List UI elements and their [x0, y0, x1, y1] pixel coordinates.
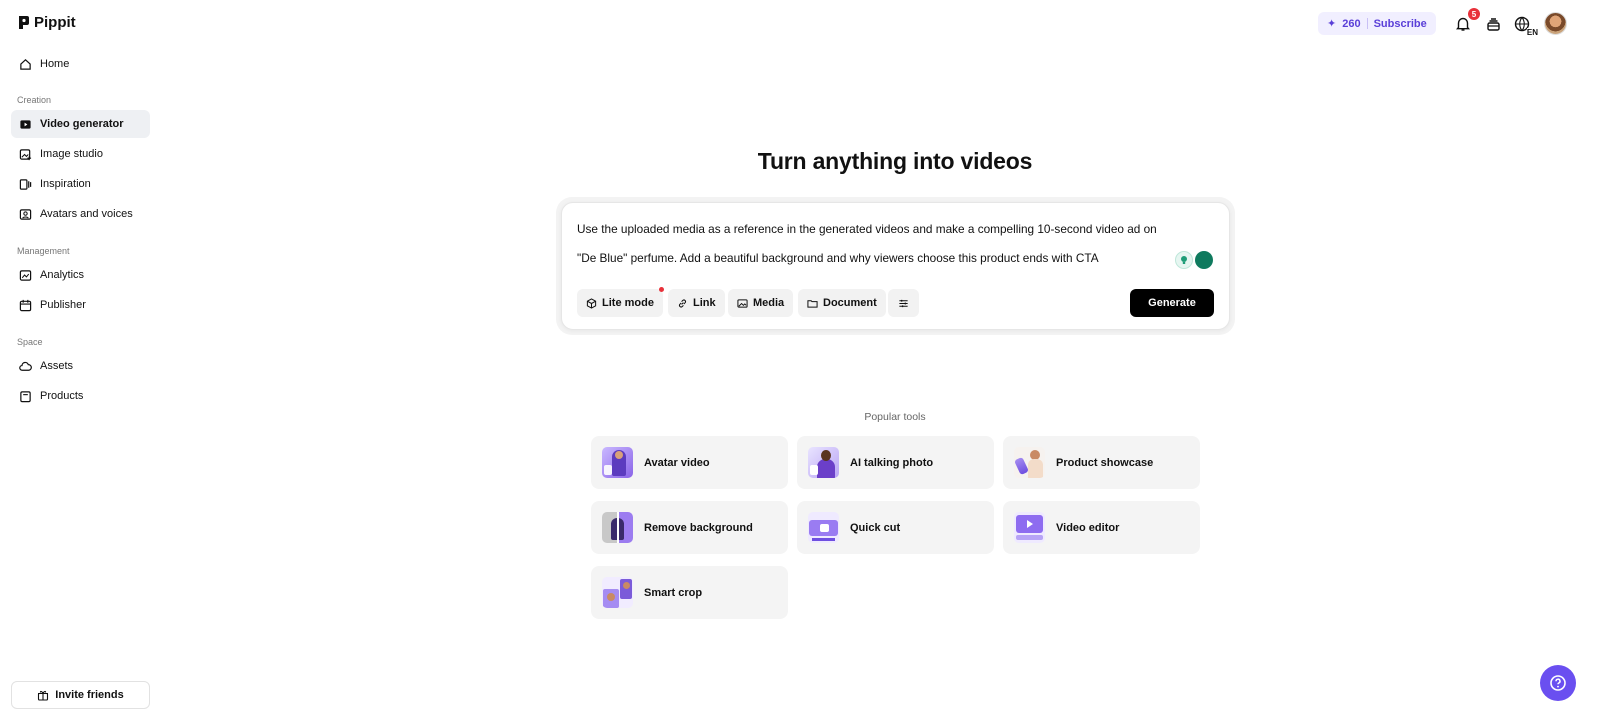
sidebar-item-video-generator[interactable]: Video generator [11, 110, 150, 138]
tool-label: Video editor [1056, 521, 1120, 534]
tool-label: AI talking photo [850, 456, 934, 469]
divider [1366, 18, 1368, 29]
products-icon [20, 390, 31, 402]
assistant-icons[interactable] [1175, 251, 1213, 269]
section-label-management: Management [17, 246, 70, 256]
prompt-box: Use the uploaded media as a reference in… [561, 202, 1230, 330]
sidebar-item-home[interactable]: Home [11, 50, 150, 78]
tool-label: Product showcase [1056, 456, 1154, 469]
tool-product-showcase[interactable]: Product showcase [1003, 436, 1200, 489]
avatar-voice-icon [19, 208, 32, 220]
settings-chip[interactable] [888, 289, 919, 317]
document-chip[interactable]: Document [798, 289, 886, 317]
video-editor-thumb [1014, 512, 1045, 543]
tool-label: Remove background [644, 521, 753, 534]
talking-photo-thumb [808, 447, 839, 478]
section-label-space: Space [17, 337, 43, 347]
bell-icon [1456, 17, 1470, 31]
sidebar-item-label: Analytics [40, 269, 85, 281]
video-generator-icon [20, 119, 31, 129]
app-name: Pippit [34, 14, 76, 31]
generate-button[interactable]: Generate [1130, 289, 1214, 317]
prompt-line-2: "De Blue" perfume. Add a beautiful backg… [577, 250, 1099, 265]
new-dot [658, 287, 664, 292]
link-icon [678, 299, 687, 307]
link-chip[interactable]: Link [668, 289, 725, 317]
remove-background-thumb [602, 512, 633, 543]
inspiration-icon [19, 178, 32, 190]
user-avatar[interactable] [1544, 12, 1567, 35]
stack-icon [1486, 17, 1500, 31]
cube-icon [586, 297, 597, 309]
sliders-icon [899, 299, 908, 307]
media-chip[interactable]: Media [728, 289, 794, 317]
sidebar-item-assets[interactable]: Assets [11, 352, 150, 380]
tool-label: Smart crop [644, 586, 703, 599]
invite-friends-button[interactable]: Invite friends [11, 681, 150, 709]
document-label: Document [823, 297, 877, 309]
image-icon [737, 298, 748, 308]
tool-label: Quick cut [850, 521, 901, 534]
tool-remove-background[interactable]: Remove background [591, 501, 788, 554]
notification-badge: 5 [1468, 8, 1480, 20]
help-button[interactable] [1540, 665, 1576, 701]
tool-smart-crop[interactable]: Smart crop [591, 566, 788, 619]
tool-avatar-video[interactable]: Avatar video [591, 436, 788, 489]
avatar-video-thumb [602, 447, 633, 478]
sidebar-item-label: Publisher [40, 299, 86, 311]
product-showcase-thumb [1014, 447, 1045, 478]
credits-count: 260 [1342, 17, 1361, 30]
section-label-creation: Creation [17, 95, 52, 105]
quick-cut-thumb [808, 512, 839, 543]
calendar-icon [19, 299, 32, 311]
cloud-icon [19, 361, 32, 371]
tool-ai-talking-photo[interactable]: AI talking photo [797, 436, 994, 489]
sidebar-item-avatars-and-voices[interactable]: Avatars and voices [11, 200, 150, 228]
notifications-button[interactable]: 5 [1452, 8, 1480, 35]
gift-icon [38, 690, 49, 701]
subscribe-link[interactable]: Subscribe [1374, 18, 1427, 30]
sidebar: Pippit Home Creation Video generator Ima… [0, 0, 160, 721]
popular-tools-label: Popular tools [864, 411, 926, 423]
sidebar-item-products[interactable]: Products [11, 382, 150, 410]
sidebar-item-label: Home [40, 58, 70, 70]
logo[interactable]: Pippit [18, 14, 76, 31]
tool-label: Avatar video [644, 456, 710, 469]
link-label: Link [693, 297, 716, 309]
folder-icon [807, 299, 818, 308]
help-icon [1550, 675, 1566, 691]
sidebar-item-label: Avatars and voices [40, 208, 133, 220]
sidebar-item-analytics[interactable]: Analytics [11, 261, 150, 289]
lightbulb-icon [1175, 251, 1193, 269]
sidebar-item-label: Assets [40, 360, 74, 372]
sidebar-item-publisher[interactable]: Publisher [11, 291, 150, 319]
page-title: Turn anything into videos [757, 148, 1033, 174]
language-button[interactable]: EN [1511, 13, 1538, 37]
pippit-logo-icon [19, 16, 29, 29]
lite-mode-chip[interactable]: Lite mode [577, 287, 664, 317]
smart-crop-thumb [602, 577, 633, 608]
tool-video-editor[interactable]: Video editor [1003, 501, 1200, 554]
tool-quick-cut[interactable]: Quick cut [797, 501, 994, 554]
sidebar-item-label: Products [40, 390, 84, 402]
lite-mode-label: Lite mode [602, 297, 654, 309]
prompt-input[interactable]: Use the uploaded media as a reference in… [577, 215, 1187, 272]
grammarly-icon [1195, 251, 1213, 269]
prompt-line-1: Use the uploaded media as a reference in… [577, 222, 1157, 236]
language-code: EN [1526, 28, 1538, 37]
home-icon [20, 58, 31, 70]
invite-friends-label: Invite friends [55, 689, 124, 701]
sidebar-item-label: Video generator [40, 118, 124, 130]
media-label: Media [753, 297, 785, 309]
sparkle-icon: ✦ [1327, 18, 1337, 30]
wallet-button[interactable] [1482, 13, 1504, 35]
credits-subscribe-pill[interactable]: ✦ 260 Subscribe [1318, 12, 1436, 35]
analytics-icon [19, 269, 32, 281]
sidebar-item-label: Inspiration [40, 178, 91, 190]
